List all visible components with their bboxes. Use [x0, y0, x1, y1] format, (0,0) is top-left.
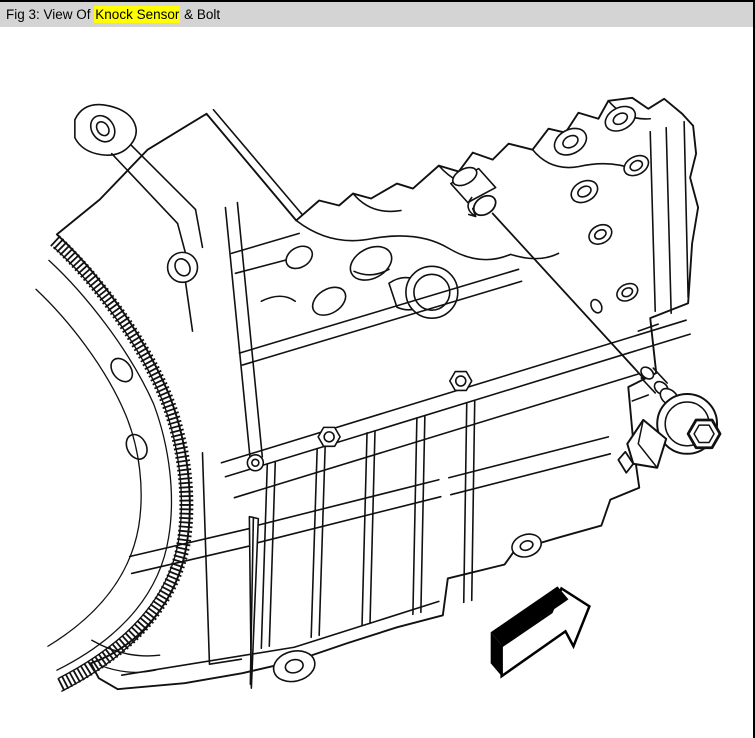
caption-highlighted-text: Knock Sensor: [94, 6, 180, 23]
figure-caption-bar: Fig 3: View Of Knock Sensor & Bolt: [0, 2, 753, 27]
figure-viewer-window: Fig 3: View Of Knock Sensor & Bolt: [0, 0, 755, 738]
caption-text-suffix: & Bolt: [180, 7, 220, 22]
knock-sensor: [618, 394, 720, 473]
engine-illustration: [0, 27, 753, 738]
caption-text: Fig 3: View Of: [6, 7, 94, 22]
direction-arrow: [491, 586, 590, 676]
